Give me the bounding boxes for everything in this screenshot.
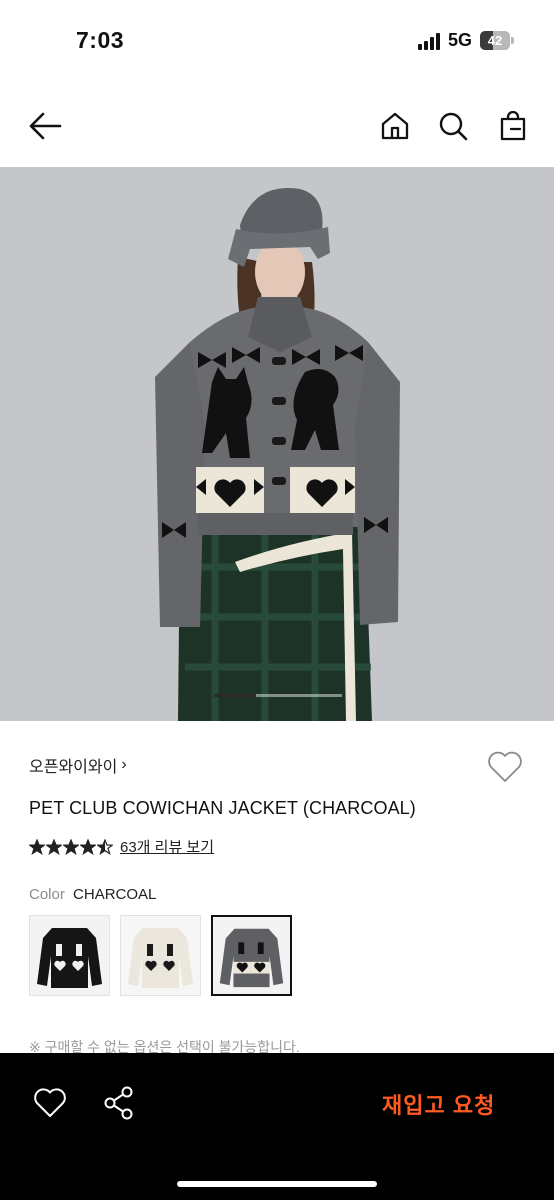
heart-icon [34,1088,66,1117]
cart-button[interactable] [493,106,533,146]
top-nav-bar [0,96,554,156]
product-photo [155,188,400,721]
battery-icon: 42 [480,31,514,50]
star-rating [29,838,113,855]
gallery-slide-indicator-active [214,694,257,697]
star-icon [63,838,79,855]
brand-link[interactable]: 오픈와이와이 › [29,753,127,777]
swatch-image-black [30,916,109,995]
bottom-action-bar: 재입고 요청 [0,1053,554,1200]
star-icon [80,838,96,855]
color-swatch-ivory[interactable] [120,915,201,996]
home-icon [381,112,409,140]
status-indicators: 5G 42 [417,30,514,51]
restock-request-button[interactable]: 재입고 요청 [382,1088,495,1120]
search-button[interactable] [433,106,473,146]
color-label: Color [29,886,65,903]
network-type: 5G [447,30,472,50]
cellular-signal-icon [417,32,440,50]
arrow-left-icon [29,112,62,140]
color-swatch-black[interactable] [29,915,110,996]
color-swatch-charcoal[interactable] [211,915,292,996]
back-button[interactable] [25,106,65,146]
share-icon [104,1086,133,1120]
rating-row: 63개 리뷰 보기 [29,836,214,857]
search-icon [439,112,468,141]
share-button[interactable] [102,1085,136,1121]
color-value: CHARCOAL [73,886,157,903]
heart-icon [488,751,522,782]
color-row: Color CHARCOAL [29,886,156,903]
brand-name: 오픈와이와이 [29,759,118,776]
battery-level: 42 [487,33,503,48]
status-time: 7:03 [76,27,125,53]
bottom-wishlist-button[interactable] [32,1085,68,1121]
color-swatches [29,915,292,996]
star-icon [97,838,113,855]
status-bar: 7:03 5G 42 [0,0,554,84]
review-link[interactable]: 63개 리뷰 보기 [120,836,214,857]
home-indicator [177,1181,377,1187]
product-title: PET CLUB COWICHAN JACKET (CHARCOAL) [29,798,416,818]
shopping-bag-icon [500,111,526,141]
home-button[interactable] [375,106,415,146]
swatch-image-charcoal [213,917,290,994]
product-image-gallery[interactable] [0,167,554,721]
chevron-right-icon: › [121,756,127,773]
star-icon [29,838,45,855]
wishlist-button[interactable] [486,748,524,786]
gallery-slide-indicator [214,694,342,697]
swatch-image-ivory [121,916,200,995]
star-icon [46,838,62,855]
